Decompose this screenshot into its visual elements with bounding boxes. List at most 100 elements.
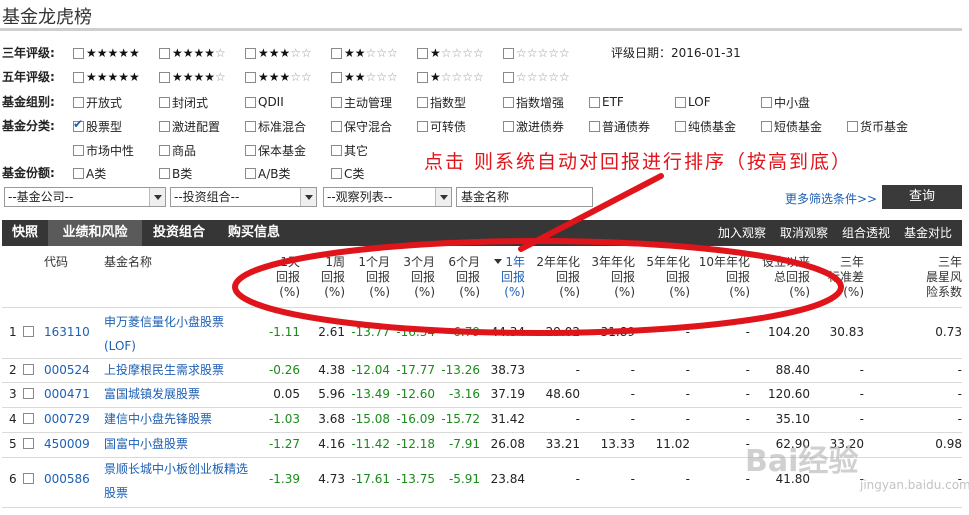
rating-checkbox[interactable] bbox=[73, 47, 84, 59]
checkbox[interactable] bbox=[159, 144, 170, 156]
checkbox[interactable] bbox=[589, 96, 600, 108]
col-header-4[interactable]: 6个月 回报 (%) bbox=[448, 255, 480, 300]
checkbox[interactable] bbox=[331, 167, 342, 179]
checkbox[interactable] bbox=[73, 144, 84, 156]
col-header-3[interactable]: 3个月 回报 (%) bbox=[403, 255, 435, 300]
checkbox[interactable] bbox=[847, 120, 858, 132]
filter-option[interactable]: 股票型 bbox=[73, 117, 122, 135]
fund-name-link[interactable]: (LOF) bbox=[104, 338, 136, 354]
fund-name-link[interactable]: 国富中小盘股票 bbox=[104, 436, 188, 452]
fund-code-link[interactable]: 000729 bbox=[44, 411, 90, 427]
fund-code-link[interactable]: 000471 bbox=[44, 386, 90, 402]
col-header-1[interactable]: 1周 回报 (%) bbox=[321, 255, 345, 300]
rating-option-five_year-5[interactable]: ☆☆☆☆☆ bbox=[503, 68, 570, 86]
checkbox[interactable] bbox=[331, 120, 342, 132]
filter-option[interactable]: 开放式 bbox=[73, 93, 122, 111]
fund-name-link[interactable]: 景顺长城中小板创业板精选 bbox=[104, 461, 248, 477]
checkbox[interactable] bbox=[675, 96, 686, 108]
col-header-12[interactable]: 三年 晨星风 险系数 bbox=[926, 255, 962, 300]
filter-option[interactable]: QDII bbox=[245, 93, 284, 111]
filter-option[interactable]: 指数增强 bbox=[503, 93, 564, 111]
rating-checkbox[interactable] bbox=[159, 47, 170, 59]
col-header-8[interactable]: 5年年化 回报 (%) bbox=[646, 255, 690, 300]
tab-portfolio[interactable]: 投资组合 bbox=[142, 220, 216, 246]
filter-option[interactable]: 指数型 bbox=[417, 93, 466, 111]
filter-option[interactable]: 中小盘 bbox=[761, 93, 810, 111]
checkbox[interactable] bbox=[245, 120, 256, 132]
rating-option-three_year-4[interactable]: ★☆☆☆☆ bbox=[417, 44, 484, 62]
filter-option[interactable]: B类 bbox=[159, 164, 192, 182]
col-header-10[interactable]: 设立以来 总回报 (%) bbox=[762, 255, 810, 300]
fund-code-link[interactable]: 450009 bbox=[44, 436, 90, 452]
col-header-name[interactable]: 基金名称 bbox=[104, 255, 152, 270]
fund-name-link[interactable]: 富国城镇发展股票 bbox=[104, 386, 200, 402]
fund-compare-link[interactable]: 基金对比 bbox=[904, 220, 952, 246]
tab-snapshot[interactable]: 快照 bbox=[2, 220, 48, 246]
checkbox[interactable] bbox=[417, 120, 428, 132]
more-filters-link[interactable]: 更多筛选条件>> bbox=[785, 190, 877, 207]
rating-checkbox[interactable] bbox=[503, 71, 514, 83]
fund-name-link[interactable]: 上投摩根民生需求股票 bbox=[104, 362, 224, 378]
filter-option[interactable]: A类 bbox=[73, 164, 106, 182]
checkbox[interactable] bbox=[503, 96, 514, 108]
filter-option[interactable]: 商品 bbox=[159, 141, 196, 159]
filter-option[interactable]: 激进配置 bbox=[159, 117, 220, 135]
col-header-9[interactable]: 10年年化 回报 (%) bbox=[699, 255, 750, 300]
checkbox[interactable] bbox=[761, 96, 772, 108]
fund-name-input[interactable]: 基金名称 bbox=[456, 187, 593, 207]
fund-code-link[interactable]: 000524 bbox=[44, 362, 90, 378]
rating-option-five_year-3[interactable]: ★★☆☆☆ bbox=[331, 68, 398, 86]
checkbox[interactable] bbox=[417, 96, 428, 108]
checkbox[interactable] bbox=[245, 96, 256, 108]
checkbox[interactable] bbox=[245, 144, 256, 156]
fund-name-link[interactable]: 建信中小盘先锋股票 bbox=[104, 411, 212, 427]
rating-option-five_year-2[interactable]: ★★★☆☆ bbox=[245, 68, 312, 86]
filter-option[interactable]: 货币基金 bbox=[847, 117, 908, 135]
filter-option[interactable]: 主动管理 bbox=[331, 93, 392, 111]
fund-code-link[interactable]: 000586 bbox=[44, 471, 90, 487]
filter-option[interactable]: 保本基金 bbox=[245, 141, 306, 159]
checkbox[interactable] bbox=[159, 167, 170, 179]
filter-option[interactable]: A/B类 bbox=[245, 164, 291, 182]
checkbox[interactable] bbox=[245, 167, 256, 179]
row-select-checkbox[interactable] bbox=[23, 413, 34, 424]
rating-checkbox[interactable] bbox=[245, 71, 256, 83]
row-select-checkbox[interactable] bbox=[23, 326, 34, 337]
row-select-checkbox[interactable] bbox=[23, 388, 34, 399]
query-button[interactable]: 查询 bbox=[882, 185, 962, 209]
add-to-watch-link[interactable]: 加入观察 bbox=[718, 220, 766, 246]
filter-option[interactable]: C类 bbox=[331, 164, 364, 182]
filter-option[interactable]: ETF bbox=[589, 93, 624, 111]
fund-code-link[interactable]: 163110 bbox=[44, 324, 90, 340]
row-select-checkbox[interactable] bbox=[23, 438, 34, 449]
rating-checkbox[interactable] bbox=[245, 47, 256, 59]
rating-option-five_year-0[interactable]: ★★★★★ bbox=[73, 68, 140, 86]
checkbox[interactable] bbox=[73, 167, 84, 179]
row-select-checkbox[interactable] bbox=[23, 473, 34, 484]
col-header-code[interactable]: 代码 bbox=[44, 255, 68, 270]
filter-option[interactable]: 封闭式 bbox=[159, 93, 208, 111]
rating-option-three_year-2[interactable]: ★★★☆☆ bbox=[245, 44, 312, 62]
rating-option-three_year-3[interactable]: ★★☆☆☆ bbox=[331, 44, 398, 62]
rating-option-three_year-1[interactable]: ★★★★☆ bbox=[159, 44, 226, 62]
rating-option-five_year-1[interactable]: ★★★★☆ bbox=[159, 68, 226, 86]
filter-option[interactable]: 纯债基金 bbox=[675, 117, 736, 135]
checkbox[interactable] bbox=[331, 144, 342, 156]
checkbox[interactable] bbox=[73, 96, 84, 108]
rating-checkbox[interactable] bbox=[159, 71, 170, 83]
filter-option[interactable]: 保守混合 bbox=[331, 117, 392, 135]
rating-checkbox[interactable] bbox=[417, 47, 428, 59]
tab-performance-risk[interactable]: 业绩和风险 bbox=[48, 220, 142, 246]
fund-name-link[interactable]: 申万菱信量化小盘股票 bbox=[104, 314, 224, 330]
rating-checkbox[interactable] bbox=[73, 71, 84, 83]
checkbox[interactable] bbox=[675, 120, 686, 132]
rating-option-three_year-0[interactable]: ★★★★★ bbox=[73, 44, 140, 62]
rating-checkbox[interactable] bbox=[503, 47, 514, 59]
checkbox[interactable] bbox=[331, 96, 342, 108]
checkbox[interactable] bbox=[589, 120, 600, 132]
checkbox-checked[interactable] bbox=[73, 117, 84, 132]
filter-option[interactable]: LOF bbox=[675, 93, 711, 111]
rating-checkbox[interactable] bbox=[417, 71, 428, 83]
rating-checkbox[interactable] bbox=[331, 71, 342, 83]
checkbox[interactable] bbox=[159, 96, 170, 108]
